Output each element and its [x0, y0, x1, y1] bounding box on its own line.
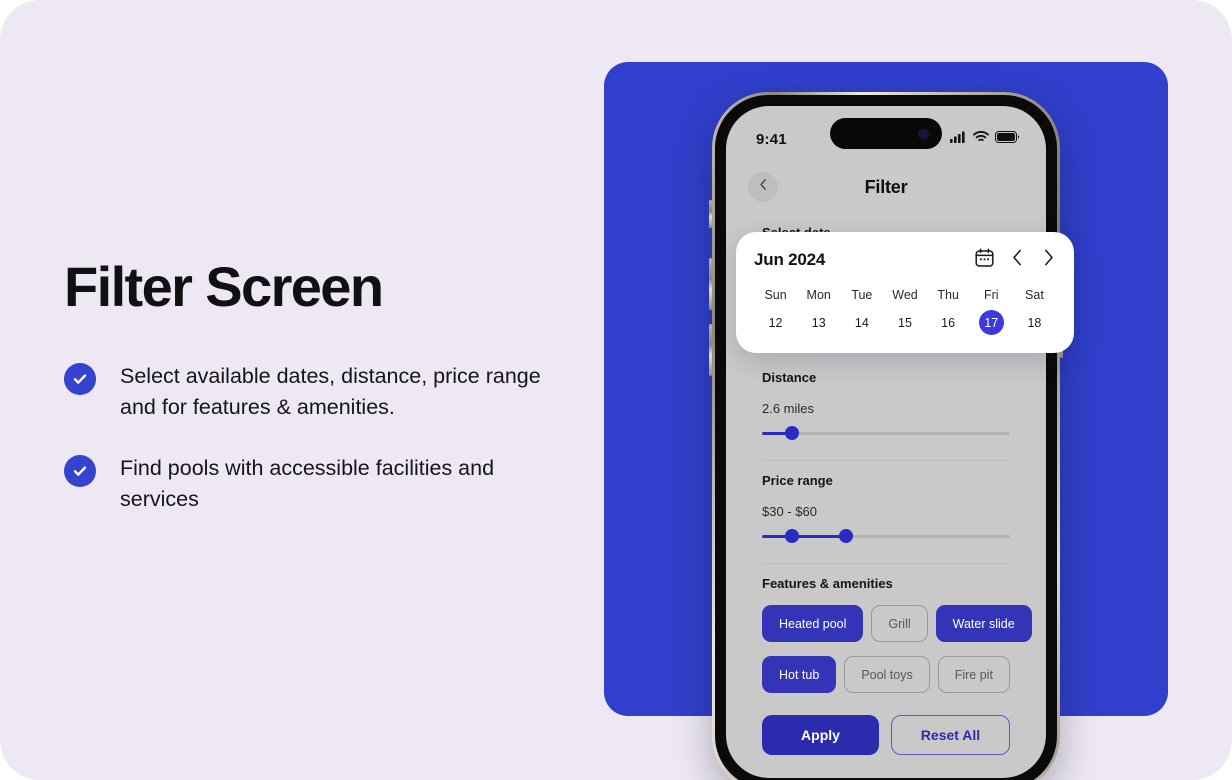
calendar-day-15[interactable]: 15 [892, 310, 917, 335]
calendar-grid: Sun Mon Tue Wed Thu Fri Sat 12 13 14 15 … [754, 288, 1056, 335]
slider-thumb-high[interactable] [839, 529, 854, 543]
calendar-dow-sat: Sat [1025, 288, 1044, 302]
calendar-day-cell: 15 [883, 310, 926, 335]
status-time: 9:41 [756, 130, 787, 148]
calendar-day-14[interactable]: 14 [849, 310, 874, 335]
volume-up-button[interactable] [709, 258, 712, 310]
slider-thumb-low[interactable] [784, 529, 799, 543]
action-row: Apply Reset All [762, 715, 1010, 755]
chip-grill[interactable]: Grill [871, 605, 928, 642]
calendar-day-cell: 18 [1013, 310, 1056, 335]
silent-switch[interactable] [709, 200, 712, 228]
divider [762, 563, 1010, 564]
features-row: Heated pool Grill Water slide [762, 605, 1032, 642]
calendar-day-12[interactable]: 12 [763, 310, 788, 335]
check-icon [64, 455, 96, 488]
features-row: Hot tub Pool toys Fire pit [762, 656, 1010, 693]
calendar-month-label: Jun 2024 [754, 250, 826, 269]
calendar-dow-sun: Sun [764, 288, 787, 302]
dynamic-island [830, 118, 942, 149]
chip-water-slide[interactable]: Water slide [935, 605, 1032, 642]
back-button[interactable] [748, 172, 778, 202]
distance-slider[interactable] [762, 426, 1010, 440]
page-title: Filter Screen [64, 255, 384, 318]
status-icons [950, 130, 1020, 148]
slider-thumb[interactable] [784, 426, 799, 440]
price-range-value: $30 - $60 [762, 504, 817, 519]
chip-fire-pit[interactable]: Fire pit [937, 656, 1010, 693]
calendar-header-controls [975, 248, 1056, 272]
calendar-day-16[interactable]: 16 [936, 310, 961, 335]
cellular-signal-icon [950, 130, 967, 148]
calendar-day-cell: 14 [840, 310, 883, 335]
calendar-day-17-selected[interactable]: 17 [978, 310, 1004, 335]
marketing-copy: Filter Screen Select available dates, di… [64, 255, 564, 545]
slider-fill [762, 535, 847, 538]
front-camera-icon [918, 128, 929, 139]
nav-bar: Filter [726, 161, 1046, 213]
features-label: Features & amenities [762, 576, 893, 591]
chip-heated-pool[interactable]: Heated pool [762, 605, 864, 642]
bullet-text: Select available dates, distance, price … [120, 363, 541, 419]
price-range-slider[interactable] [762, 529, 1010, 543]
wifi-icon [973, 130, 989, 148]
calendar-dow-wed: Wed [892, 288, 918, 302]
calendar-dow-thu: Thu [937, 288, 959, 302]
calendar-day-cell: 12 [754, 310, 797, 335]
price-range-label: Price range [762, 473, 833, 488]
divider [762, 460, 1010, 461]
calendar-dow-tue: Tue [851, 288, 873, 302]
calendar-day-cell: 13 [797, 310, 840, 335]
volume-down-button[interactable] [709, 324, 712, 376]
calendar-day-cell: 17 [970, 310, 1013, 335]
list-item: Select available dates, distance, price … [64, 361, 564, 423]
chevron-right-icon[interactable] [1041, 248, 1056, 272]
slider-track [762, 432, 1010, 435]
distance-label: Distance [762, 370, 817, 385]
phone-bezel: 9:41 Filter Distance 2.6 miles Price ran… [715, 95, 1057, 780]
date-picker-card: Jun 2024 Sun Mon Tue Wed Thu Fri Sat 12 … [736, 232, 1074, 353]
feature-bullet-list: Select available dates, distance, price … [64, 361, 564, 516]
list-item: Find pools with accessible facilities an… [64, 453, 564, 515]
distance-value: 2.6 miles [762, 401, 815, 416]
phone-frame: 9:41 Filter Distance 2.6 miles Price ran… [709, 92, 1063, 780]
page-root: Filter Screen Select available dates, di… [0, 0, 1232, 780]
check-icon [64, 362, 96, 395]
phone-mockup: 9:41 Filter Distance 2.6 miles Price ran… [709, 92, 1063, 780]
reset-all-button[interactable]: Reset All [891, 715, 1010, 755]
calendar-icon[interactable] [975, 248, 994, 272]
calendar-day-18[interactable]: 18 [1022, 310, 1047, 335]
calendar-header: Jun 2024 [754, 248, 1056, 272]
chevron-left-icon [757, 178, 770, 196]
bullet-text: Find pools with accessible facilities an… [120, 456, 495, 512]
calendar-day-13[interactable]: 13 [806, 310, 831, 335]
calendar-dow-fri: Fri [983, 288, 999, 302]
calendar-day-cell: 16 [927, 310, 970, 335]
phone-screen: 9:41 Filter Distance 2.6 miles Price ran… [726, 106, 1046, 778]
chip-hot-tub[interactable]: Hot tub [762, 656, 837, 693]
calendar-dow-mon: Mon [806, 288, 831, 302]
apply-button[interactable]: Apply [762, 715, 879, 755]
chip-pool-toys[interactable]: Pool toys [844, 656, 930, 693]
chevron-left-icon[interactable] [1010, 248, 1025, 272]
battery-icon [995, 130, 1020, 148]
